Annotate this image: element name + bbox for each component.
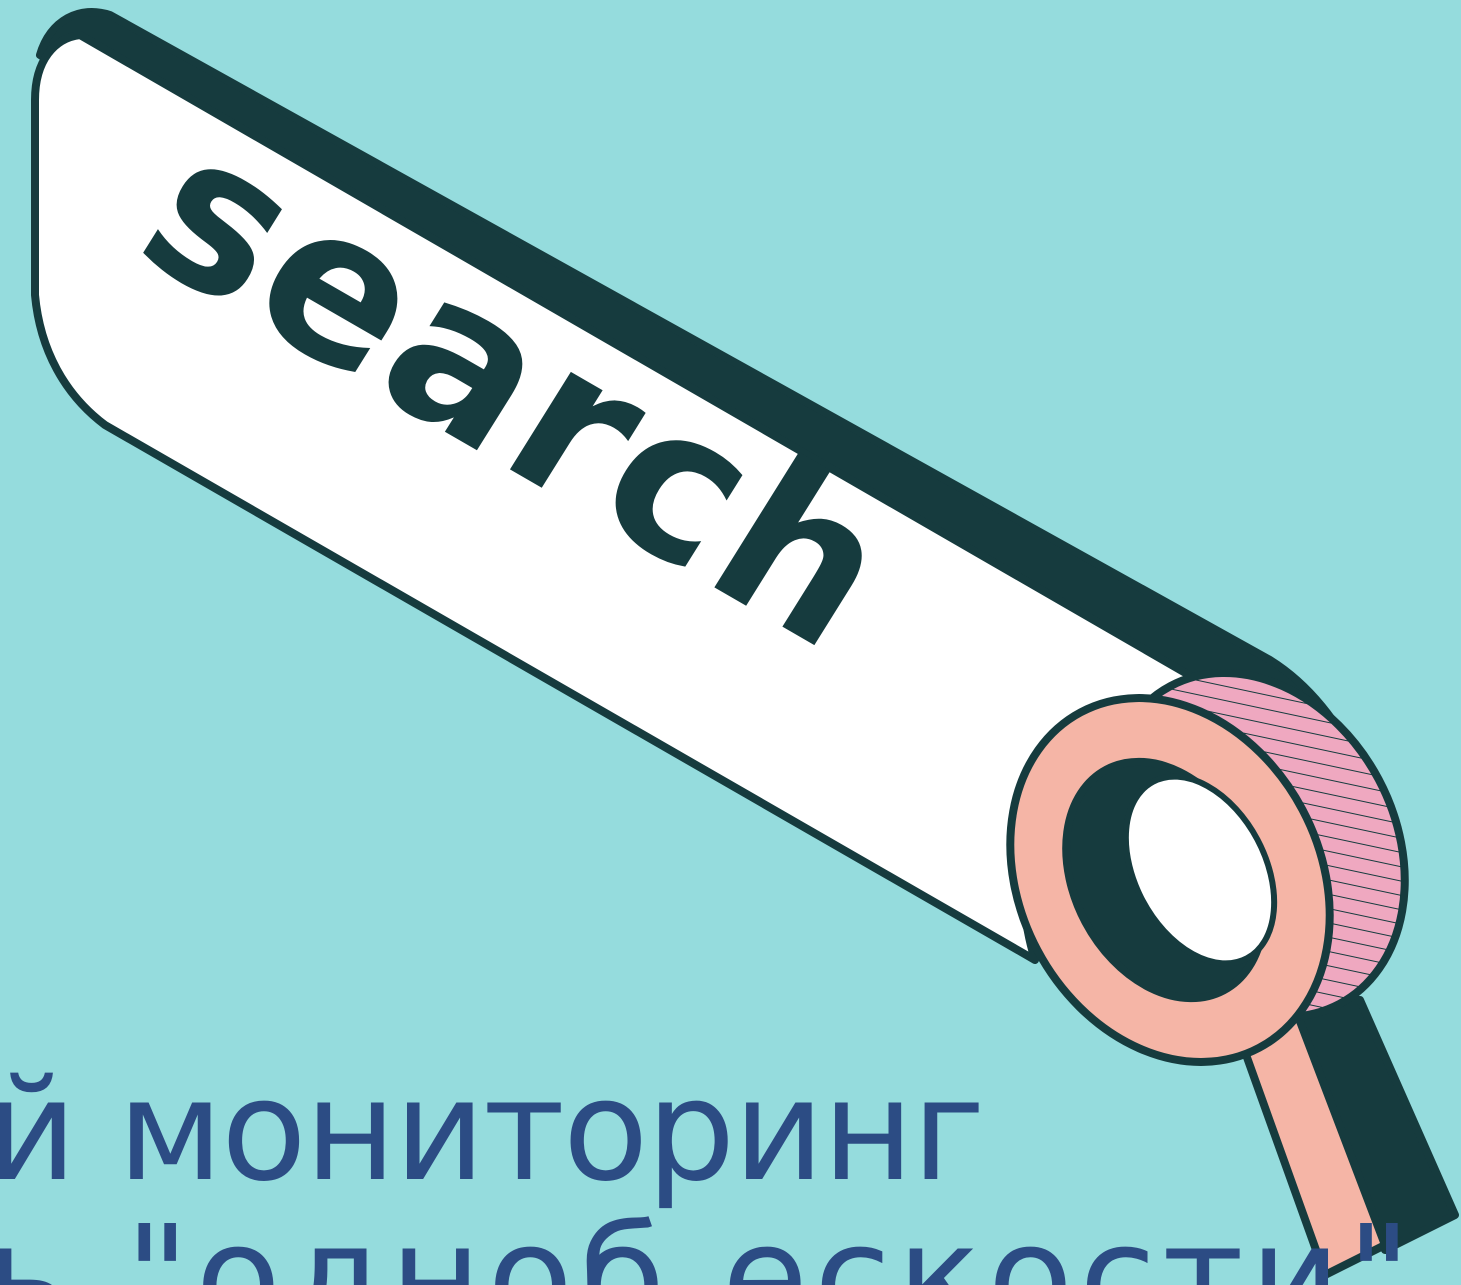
headline-line-2: ь "одноб ескости" — [0, 1196, 1418, 1285]
headline-line-1: й мониторинг — [0, 1050, 985, 1213]
